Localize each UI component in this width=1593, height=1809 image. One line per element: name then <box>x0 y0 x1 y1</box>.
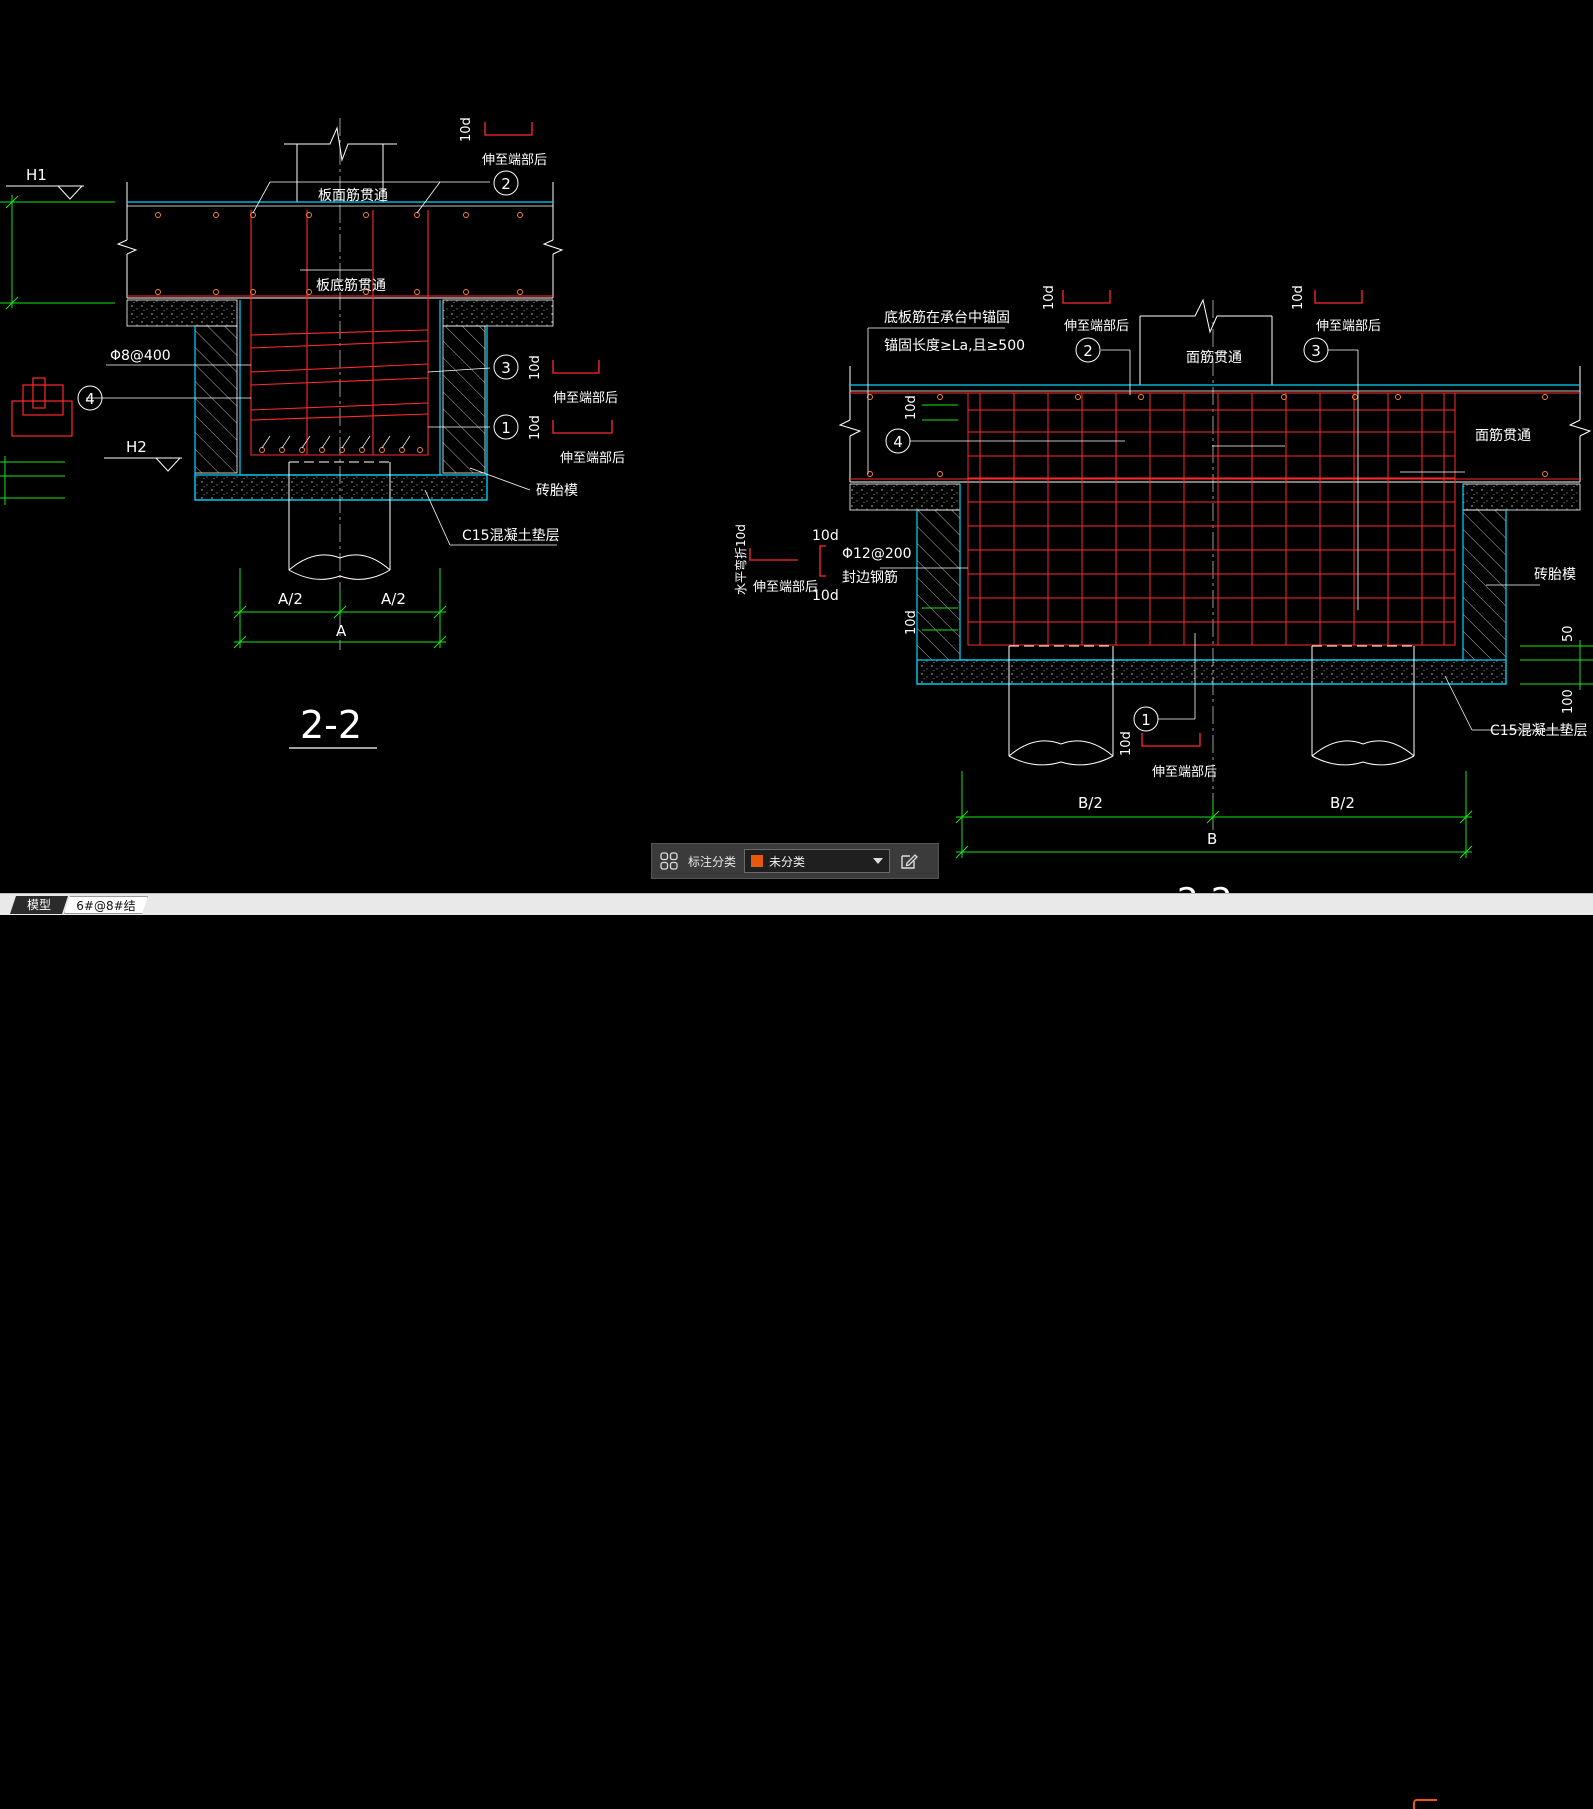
left-level-h1: H1 <box>6 166 84 200</box>
left-brick-label: 砖胎模 <box>536 483 578 499</box>
left-extend-label-mid: 伸至端部后 <box>553 391 618 406</box>
svg-text:1: 1 <box>501 419 511 437</box>
left-marker-3: 3 <box>493 354 519 380</box>
right-horizontal-bend: 水平弯折10d <box>733 524 748 595</box>
right-brick-label: 砖胎模 <box>1534 567 1576 583</box>
svg-text:10d: 10d <box>459 117 474 142</box>
right-top-bar-label-2: 面筋贯通 <box>1475 427 1531 444</box>
right-marker-2: 2 <box>1075 337 1101 363</box>
svg-text:10d: 10d <box>1119 731 1134 756</box>
right-extend-label-3: 伸至端部后 <box>1316 319 1381 334</box>
category-color-swatch <box>751 855 764 867</box>
cad-drawing-canvas[interactable]: 2 3 1 4 10d 10d 10d 伸至端部后 伸至端部后 伸至端部后 板面… <box>0 0 1593 893</box>
chevron-down-icon <box>873 858 884 864</box>
right-extend-label-2: 伸至端部后 <box>1064 319 1129 334</box>
right-anchor-note-2: 锚固长度≥La,且≥500 <box>884 338 1025 354</box>
right-marker-1: 1 <box>1133 706 1159 732</box>
annotation-category-toolbar: 标注分类 未分类 <box>651 843 939 879</box>
svg-text:4: 4 <box>85 390 95 408</box>
left-marker-2: 2 <box>493 170 519 196</box>
left-brick-mold-left <box>194 325 238 474</box>
right-marker-4: 4 <box>885 428 911 454</box>
right-anchor-note-1: 底板筋在承台中锚固 <box>884 309 1010 326</box>
left-dim-a: A <box>336 622 347 640</box>
left-detail-icon <box>11 377 73 437</box>
right-extend-label-1: 伸至端部后 <box>1152 765 1217 780</box>
right-slab-cushion-right <box>1462 483 1581 511</box>
svg-text:H1: H1 <box>26 166 47 184</box>
left-extend-label-bottom: 伸至端部后 <box>560 451 625 466</box>
svg-text:2: 2 <box>501 175 511 193</box>
svg-text:H2: H2 <box>126 438 147 456</box>
right-marker-3: 3 <box>1303 337 1329 363</box>
left-c15-label: C15混凝土垫层 <box>462 528 560 544</box>
left-top-bar-label: 板面筋贯通 <box>318 187 388 204</box>
left-section: 2 3 1 4 10d 10d 10d 伸至端部后 伸至端部后 伸至端部后 板面… <box>0 117 625 749</box>
tab-layout-6-8[interactable]: 6#@8#结施 <box>64 896 148 914</box>
right-extend-label-edge: 伸至端部后 <box>753 580 818 595</box>
left-stirrup-label: Φ8@400 <box>110 348 171 364</box>
right-edge-bar-name: 封边钢筋 <box>842 569 898 586</box>
left-bottom-bar-label: 板底筋贯通 <box>316 277 386 294</box>
tab-model[interactable]: 模型 <box>10 896 68 914</box>
annotation-category-label: 标注分类 <box>688 854 737 869</box>
svg-text:10d: 10d <box>812 528 839 544</box>
left-dim-half-a-right: A/2 <box>381 590 406 608</box>
svg-text:4: 4 <box>893 433 903 451</box>
svg-text:3: 3 <box>1311 342 1321 360</box>
left-extend-label-top: 伸至端部后 <box>482 153 547 168</box>
right-dim-half-b-right: B/2 <box>1330 794 1355 812</box>
right-edge-bar-spec: Φ12@200 <box>842 546 912 562</box>
right-dim-half-b-left: B/2 <box>1078 794 1103 812</box>
right-c15-cushion <box>916 659 1507 685</box>
right-slab-cushion-left <box>849 483 961 511</box>
svg-text:1: 1 <box>1141 711 1151 729</box>
layout-tab-bar: 模型 6#@8#结施 <box>0 893 1593 1809</box>
left-slab-cushion-left <box>126 299 238 327</box>
grid-icon[interactable] <box>658 850 680 872</box>
left-slab-cushion-right <box>442 299 554 327</box>
left-brick-mold-right <box>442 325 486 474</box>
annotation-category-select[interactable]: 未分类 <box>744 849 891 873</box>
svg-text:10d: 10d <box>904 395 919 420</box>
right-dim-50: 50 <box>1561 625 1576 642</box>
left-level-h2: H2 <box>104 438 182 472</box>
left-dim-half-a-left: A/2 <box>278 590 303 608</box>
right-dim-100: 100 <box>1561 689 1576 714</box>
left-c15-cushion <box>194 474 488 501</box>
right-dim-b: B <box>1207 830 1217 848</box>
svg-text:3: 3 <box>501 359 511 377</box>
svg-text:10d: 10d <box>904 610 919 635</box>
right-section: 2 3 4 1 10d 10d 10d 10d 10d 10d 10d 底板筋在… <box>733 285 1593 893</box>
left-marker-1: 1 <box>493 414 519 440</box>
right-top-bar-label: 面筋贯通 <box>1186 349 1242 366</box>
right-section-title: 2-2 <box>1177 881 1233 893</box>
svg-text:2: 2 <box>1083 342 1093 360</box>
right-c15-label: C15混凝土垫层 <box>1490 723 1588 739</box>
accent-mark <box>1413 1799 1437 1809</box>
left-section-title: 2-2 <box>300 703 362 747</box>
svg-text:10d: 10d <box>528 355 543 380</box>
edit-icon[interactable] <box>898 850 920 872</box>
right-brick-mold-left <box>916 509 961 661</box>
svg-text:10d: 10d <box>528 415 543 440</box>
annotation-category-value: 未分类 <box>769 854 806 869</box>
svg-text:10d: 10d <box>1291 285 1306 310</box>
svg-text:10d: 10d <box>1042 285 1057 310</box>
